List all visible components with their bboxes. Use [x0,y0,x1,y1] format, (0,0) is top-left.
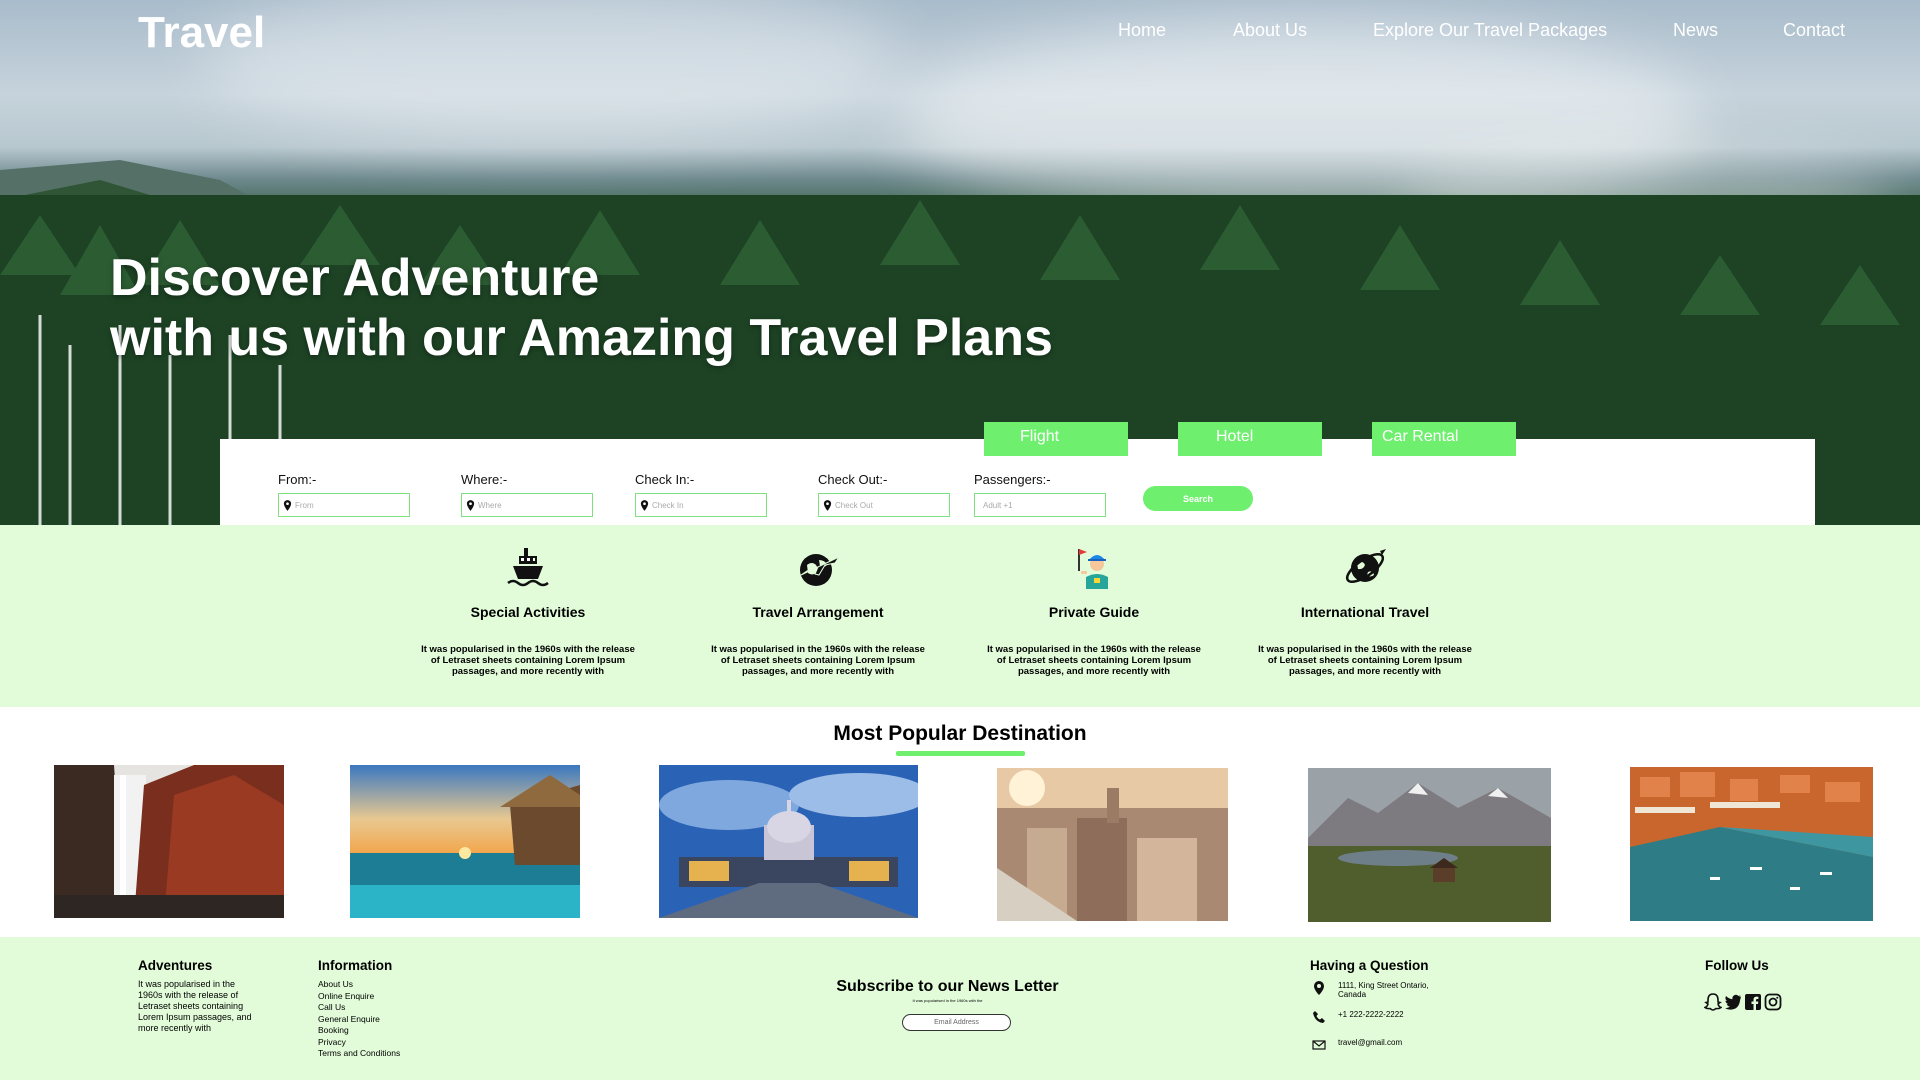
tour-guide-icon [1078,549,1108,589]
newsletter-email-input[interactable]: Email Address [902,1014,1011,1031]
ship-icon [507,548,549,587]
destination-mountain-valley[interactable] [1308,768,1551,922]
destination-city-rooftops[interactable] [997,768,1228,921]
footer-follow-title: Follow Us [1705,958,1769,973]
globe-orbit-icon [1345,549,1386,583]
from-field: From:- From [278,472,410,517]
newsletter-title: Subscribe to our News Letter [836,978,1059,995]
service-international-travel: International Travel It was popularised … [1255,525,1475,677]
snapchat-icon[interactable] [1704,993,1722,1011]
search-button[interactable]: Search [1143,486,1253,511]
footer-link-privacy[interactable]: Privacy [318,1037,478,1049]
check-out-field: Check Out:- Check Out [818,472,950,517]
contact-email[interactable]: travel@gmail.com [1312,1038,1402,1052]
map-pin-icon [640,499,649,511]
newsletter-subtext: It was popularised in the 1960s with the [912,998,983,1003]
nav-travel-packages[interactable]: Explore Our Travel Packages [1373,20,1607,41]
footer-question-title: Having a Question [1310,958,1429,973]
footer-link-booking[interactable]: Booking [318,1025,478,1037]
address-line-1: 1111, King Street Ontario, [1338,981,1429,990]
destination-harbor-aerial[interactable] [1630,767,1873,921]
twitter-icon[interactable] [1724,993,1742,1011]
footer-link-call-us[interactable]: Call Us [318,1002,478,1014]
hero-line-2: with us with our Amazing Travel Plans [110,309,1053,367]
footer-adventures: Adventures It was popularised in the 196… [138,958,258,1034]
tab-flight[interactable]: Flight [984,422,1128,456]
phone-icon [1313,1011,1325,1023]
service-private-guide: Private Guide It was popularised in the … [984,525,1204,677]
hero-line-1: Discover Adventure [110,249,600,307]
passengers-label: Passengers:- [974,472,1051,487]
nav-contact[interactable]: Contact [1783,20,1845,41]
hero-headline: Discover Adventure with us with our Amaz… [110,248,1053,368]
check-in-field: Check In:- Check In [635,472,767,517]
footer-information-title: Information [318,958,393,973]
map-pin-icon [283,499,292,511]
destination-waterfall[interactable] [54,765,284,918]
service-title: Private Guide [1048,604,1140,620]
address-line-2: Canada [1338,990,1367,999]
tab-hotel[interactable]: Hotel [1178,422,1322,456]
contact-address: 1111, King Street Ontario, Canada [1312,981,1429,999]
service-special-activities: Special Activities It was popularised in… [418,525,638,677]
service-desc: It was popularised in the 1960s with the… [1258,644,1472,677]
plane-globe-icon [800,554,841,586]
map-pin-icon [823,499,832,511]
from-input[interactable]: From [278,493,410,517]
footer-link-terms[interactable]: Terms and Conditions [318,1048,478,1060]
nav-about-us[interactable]: About Us [1233,20,1307,41]
check-out-input[interactable]: Check Out [818,493,950,517]
tab-car-rental[interactable]: Car Rental [1372,422,1516,456]
service-title: Travel Arrangement [752,604,884,620]
service-title: International Travel [1300,604,1430,620]
service-desc: It was popularised in the 1960s with the… [987,644,1201,677]
title-underline [896,751,1025,756]
map-pin-icon [466,499,475,511]
nav-news[interactable]: News [1673,20,1718,41]
footer-information: Information About Us Online Enquire Call… [318,958,478,1060]
facebook-icon[interactable] [1744,993,1762,1011]
contact-phone[interactable]: +1 222-2222-2222 [1312,1010,1404,1024]
check-in-label: Check In:- [635,472,695,487]
phone-number: +1 222-2222-2222 [1338,1010,1404,1019]
service-desc: It was popularised in the 1960s with the… [421,644,635,677]
where-field: Where:- Where [461,472,593,517]
check-out-label: Check Out:- [818,472,888,487]
destinations-title: Most Popular Destination [833,722,1087,745]
from-label: From:- [278,472,317,487]
footer-adventures-title: Adventures [138,958,213,973]
footer-question: Having a Question [1310,958,1429,979]
social-icons [1704,993,1782,1011]
where-input[interactable]: Where [461,493,593,517]
check-in-input[interactable]: Check In [635,493,767,517]
nav-home[interactable]: Home [1118,20,1166,41]
destination-capitol-building[interactable] [659,765,918,918]
instagram-icon[interactable] [1764,993,1782,1011]
passengers-field: Passengers:- Adult +1 [974,472,1106,517]
footer-link-general-enquire[interactable]: General Enquire [318,1014,478,1026]
site-logo[interactable]: Travel [138,8,265,58]
map-pin-icon [1314,981,1324,995]
where-label: Where:- [461,472,508,487]
footer-follow: Follow Us [1705,958,1769,979]
footer [0,937,1920,1080]
service-desc: It was popularised in the 1960s with the… [711,644,925,677]
service-travel-arrangement: Travel Arrangement It was popularised in… [708,525,928,677]
destination-overwater-bungalow[interactable] [350,765,580,918]
passengers-input[interactable]: Adult +1 [974,493,1106,517]
mail-icon [1312,1040,1326,1050]
service-title: Special Activities [470,604,586,620]
email-address: travel@gmail.com [1338,1038,1403,1047]
services-section: Special Activities It was popularised in… [0,525,1920,707]
